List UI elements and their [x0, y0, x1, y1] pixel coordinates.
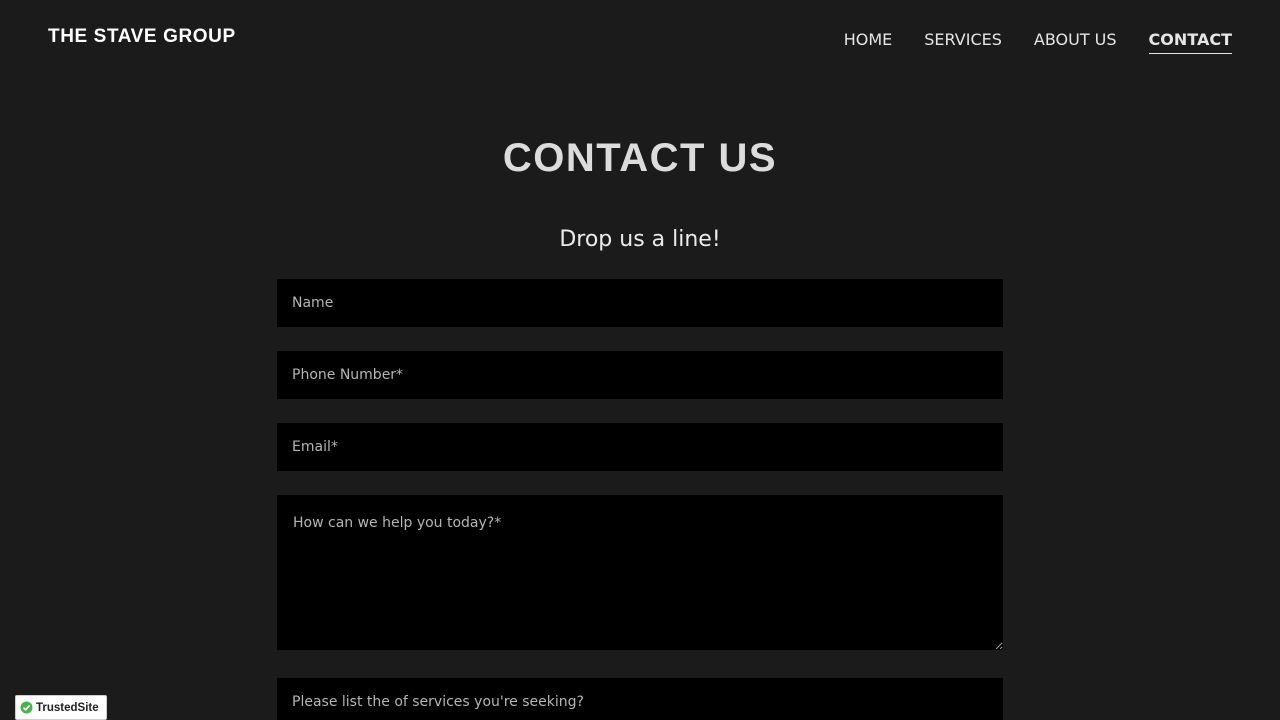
email-input[interactable]: [277, 423, 1003, 471]
contact-page: THE STAVE GROUP HOME SERVICES ABOUT US C…: [0, 0, 1280, 720]
services-input[interactable]: [277, 678, 1003, 720]
name-input[interactable]: [277, 279, 1003, 327]
page-title: CONTACT US: [502, 136, 778, 180]
nav-services[interactable]: SERVICES: [924, 30, 1002, 54]
form-subtitle: Drop us a line!: [559, 227, 721, 252]
trustedsite-badge[interactable]: TrustedSite: [15, 695, 107, 720]
nav-contact[interactable]: CONTACT: [1148, 30, 1232, 54]
site-logo[interactable]: THE STAVE GROUP: [48, 26, 236, 48]
phone-input[interactable]: [277, 351, 1003, 399]
badge-label: TrustedSite: [36, 701, 99, 714]
contact-form: [277, 279, 1003, 720]
check-circle-icon: [20, 701, 33, 714]
nav-about-us[interactable]: ABOUT US: [1034, 30, 1117, 54]
message-textarea[interactable]: [277, 495, 1003, 650]
main-nav: HOME SERVICES ABOUT US CONTACT: [844, 30, 1232, 54]
nav-home[interactable]: HOME: [844, 30, 893, 54]
